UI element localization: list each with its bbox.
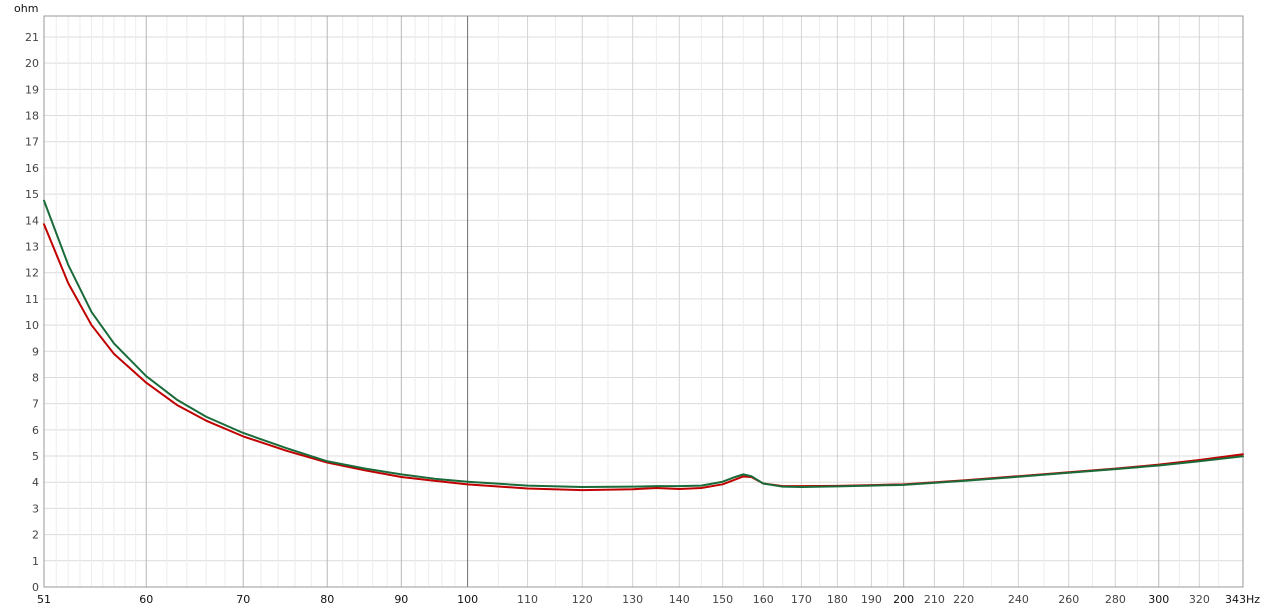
x-tick-label: 260 bbox=[1058, 593, 1079, 606]
y-axis-unit-label: ohm bbox=[14, 2, 38, 15]
y-tick-label: 3 bbox=[32, 502, 39, 515]
x-tick-label: 90 bbox=[394, 593, 408, 606]
x-tick-label: 70 bbox=[236, 593, 250, 606]
y-tick-label: 6 bbox=[32, 424, 39, 437]
plot-frame bbox=[43, 15, 1244, 588]
x-tick-label: 320 bbox=[1189, 593, 1210, 606]
x-tick-label: 280 bbox=[1105, 593, 1126, 606]
y-tick-label: 18 bbox=[25, 110, 39, 123]
impedance-chart: 0 1 2 3 4 5 6 7 8 9 10 11 12 13 14 15 16 17 18 19 20 21 51 60 7… bbox=[0, 0, 1265, 610]
x-tick-label: 100 bbox=[457, 593, 478, 606]
x-tick-label: 150 bbox=[712, 593, 733, 606]
y-tick-label: 21 bbox=[25, 31, 39, 44]
y-tick-label: 14 bbox=[25, 214, 39, 227]
y-tick-label: 1 bbox=[32, 555, 39, 568]
series-layer bbox=[43, 199, 1244, 492]
x-tick-label: 51 bbox=[37, 593, 51, 606]
y-tick-label: 4 bbox=[32, 476, 39, 489]
x-tick-label: 120 bbox=[572, 593, 593, 606]
y-tick-label: 8 bbox=[32, 371, 39, 384]
y-tick-label: 17 bbox=[25, 136, 39, 149]
series-line-1 bbox=[43, 223, 1244, 492]
y-tick-label: 7 bbox=[32, 398, 39, 411]
y-tick-label: 12 bbox=[25, 267, 39, 280]
y-tick-label: 5 bbox=[32, 450, 39, 463]
x-tick-label: 140 bbox=[669, 593, 690, 606]
chart-canvas: 0123456789101112131415161718192021 51 60 7… bbox=[14, 2, 1260, 606]
y-tick-label: 2 bbox=[32, 529, 39, 542]
x-tick-label: 130 bbox=[622, 593, 643, 606]
x-tick-label: 300 bbox=[1148, 593, 1169, 606]
x-tick-label: 343Hz bbox=[1225, 593, 1260, 606]
x-tick-label: 170 bbox=[791, 593, 812, 606]
x-tick-label: 180 bbox=[827, 593, 848, 606]
x-axis-tick-labels: 51 60 70 80 90 100 110 120 130 140 150 160 170 180 190… bbox=[37, 593, 1260, 606]
x-tick-label: 110 bbox=[517, 593, 538, 606]
y-tick-label: 15 bbox=[25, 188, 39, 201]
grid-minor bbox=[44, 16, 1243, 588]
x-tick-label: 160 bbox=[753, 593, 774, 606]
y-tick-label: 20 bbox=[25, 57, 39, 70]
y-tick-label: 9 bbox=[32, 345, 39, 358]
grid-major bbox=[145, 16, 1200, 587]
x-tick-label: 80 bbox=[320, 593, 334, 606]
x-tick-label: 60 bbox=[139, 593, 153, 606]
y-tick-label: 19 bbox=[25, 83, 39, 96]
x-tick-label: 240 bbox=[1008, 593, 1029, 606]
y-tick-label: 11 bbox=[25, 293, 39, 306]
y-tick-label: 10 bbox=[25, 319, 39, 332]
x-tick-label: 200 bbox=[893, 593, 914, 606]
x-tick-label: 220 bbox=[953, 593, 974, 606]
y-tick-label: 13 bbox=[25, 240, 39, 253]
series-line-2 bbox=[43, 199, 1244, 488]
y-tick-label: 16 bbox=[25, 162, 39, 175]
y-axis-tick-labels: 0123456789101112131415161718192021 bbox=[25, 31, 39, 594]
x-tick-label: 190 bbox=[861, 593, 882, 606]
x-tick-label: 210 bbox=[924, 593, 945, 606]
